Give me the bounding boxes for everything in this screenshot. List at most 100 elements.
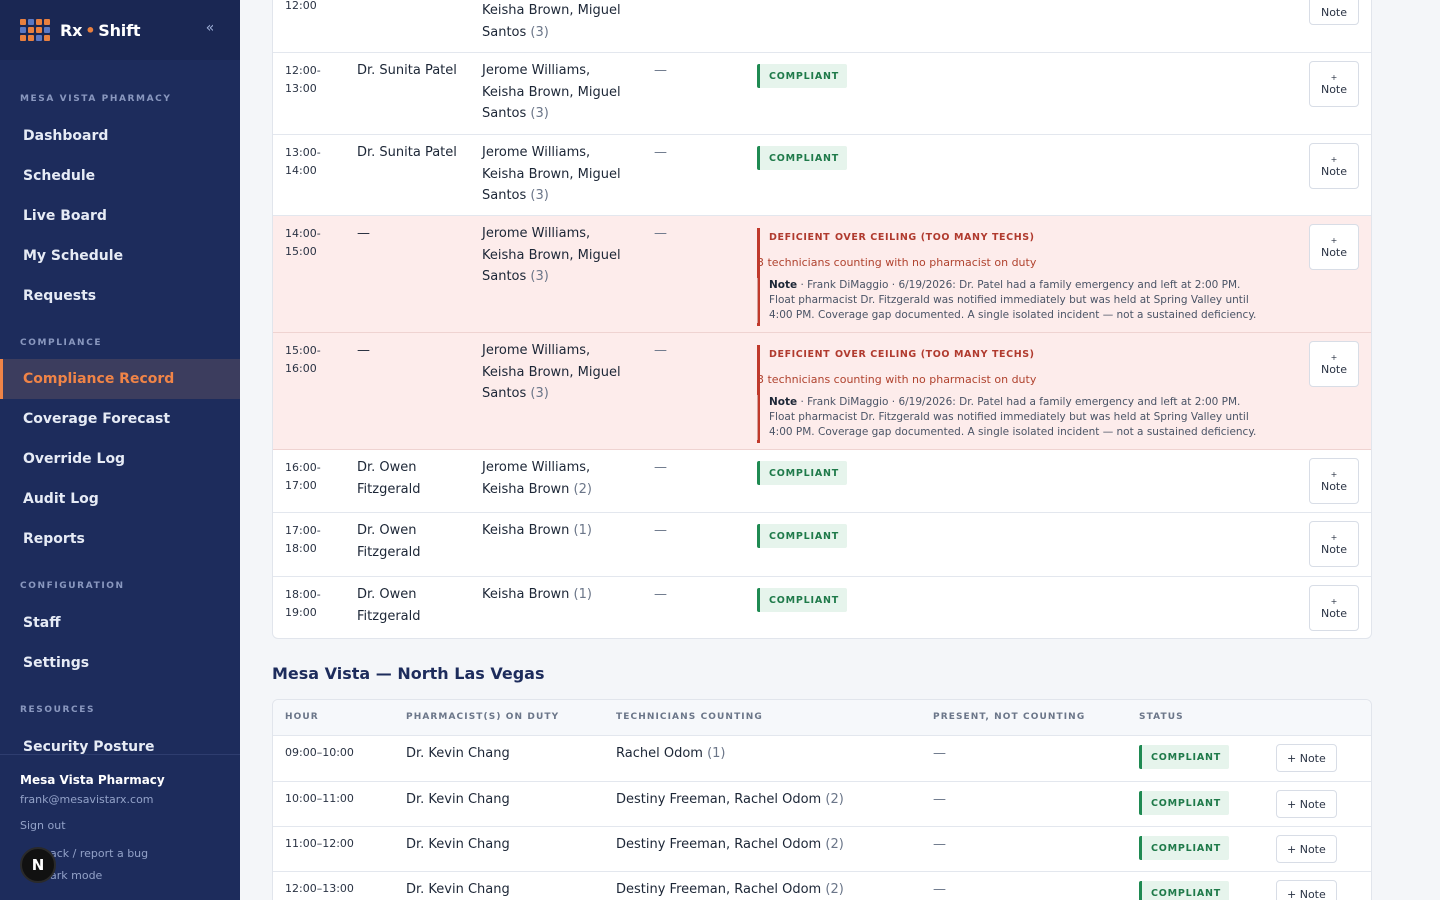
status-badge: DEFICIENT xyxy=(769,232,831,243)
hour-cell: 10:00–11:00 xyxy=(285,792,354,805)
org-name: Mesa Vista Pharmacy xyxy=(20,773,165,787)
sidebar-item-audit-log[interactable]: Audit Log xyxy=(0,479,240,519)
present-cell: — xyxy=(933,792,946,807)
hour-cell: 12:00–13:00 xyxy=(285,882,354,895)
techs-cell: Jerome Williams, Keisha Brown, Miguel San… xyxy=(482,226,621,284)
deficiency-detail: DEFICIENT OVER CEILING (TOO MANY TECHS) … xyxy=(757,228,1277,326)
status-badge: COMPLIANT xyxy=(757,461,848,485)
deficiency-description: 3 technicians counting with no pharmacis… xyxy=(757,256,1037,269)
sidebar: Rx • Shift « MESA VISTA PHARMACY Dashboard… xyxy=(0,0,240,900)
present-cell: — xyxy=(933,746,946,761)
app-logo-icon xyxy=(20,19,50,41)
table-row: 12:00- 13:00 Dr. Sunita Patel Jerome Will… xyxy=(273,53,1371,135)
hour-cell: 16:00- 17:00 xyxy=(285,461,321,492)
hour-cell: 11:00–12:00 xyxy=(285,837,354,850)
add-note-button[interactable]: + Note xyxy=(1309,341,1359,387)
pharmacist-cell: Dr. Kevin Chang xyxy=(406,882,510,897)
add-note-button[interactable]: + Note xyxy=(1276,744,1337,772)
status-badge: COMPLIANT xyxy=(757,588,848,612)
add-note-button[interactable]: + Note xyxy=(1276,790,1337,818)
add-note-button[interactable]: + Note xyxy=(1276,835,1337,863)
column-header-status: STATUS xyxy=(1139,712,1184,722)
pharmacist-cell: Dr. Owen Fitzgerald xyxy=(357,587,421,624)
app-name: Rx • Shift xyxy=(60,20,141,40)
deficiency-reason: OVER CEILING (TOO MANY TECHS) xyxy=(835,232,1035,243)
sidebar-item-requests[interactable]: Requests xyxy=(0,276,240,316)
section-label-pharmacy: MESA VISTA PHARMACY xyxy=(20,94,172,104)
present-cell: — xyxy=(654,145,667,160)
add-note-button[interactable]: + Note xyxy=(1276,880,1337,900)
deficiency-detail: DEFICIENT OVER CEILING (TOO MANY TECHS) … xyxy=(757,345,1277,443)
sidebar-item-my-schedule[interactable]: My Schedule xyxy=(0,236,240,276)
pharmacist-cell: Dr. Owen Fitzgerald xyxy=(357,460,421,497)
sidebar-item-live-board[interactable]: Live Board xyxy=(0,196,240,236)
add-note-button[interactable]: + Note xyxy=(1309,458,1359,504)
status-badge: DEFICIENT xyxy=(769,349,831,360)
pharmacist-cell: Dr. Kevin Chang xyxy=(406,792,510,807)
present-cell: — xyxy=(654,460,667,475)
add-note-button[interactable]: Note xyxy=(1309,0,1359,25)
techs-cell: Rachel Odom (1) xyxy=(616,746,726,761)
table-row: 09:00–10:00 Dr. Kevin Chang Rachel Odom … xyxy=(273,736,1371,782)
present-cell: — xyxy=(933,882,946,897)
status-badge: COMPLIANT xyxy=(1139,881,1230,900)
status-badge: COMPLIANT xyxy=(1139,836,1230,860)
collapse-sidebar-icon[interactable]: « xyxy=(200,20,220,36)
sign-out-link[interactable]: Sign out xyxy=(20,819,66,832)
column-header-pharmacists: PHARMACIST(S) ON DUTY xyxy=(406,712,560,722)
sidebar-item-coverage-forecast[interactable]: Coverage Forecast xyxy=(0,399,240,439)
sidebar-item-staff[interactable]: Staff xyxy=(0,603,240,643)
sidebar-item-compliance-record[interactable]: Compliance Record xyxy=(0,359,240,399)
hour-cell: 12:00- 13:00 xyxy=(285,64,321,95)
table-row: 12:00 Keisha Brown, Miguel Santos (3) No… xyxy=(273,0,1371,53)
techs-cell: Jerome Williams, Keisha Brown, Miguel San… xyxy=(482,343,621,401)
techs-cell: Destiny Freeman, Rachel Odom (2) xyxy=(616,882,844,897)
sidebar-item-schedule[interactable]: Schedule xyxy=(0,156,240,196)
next-dev-badge[interactable]: N xyxy=(20,847,56,883)
sidebar-item-dashboard[interactable]: Dashboard xyxy=(0,116,240,156)
table-header: HOUR PHARMACIST(S) ON DUTY TECHNICIANS C… xyxy=(273,700,1371,736)
techs-cell: Destiny Freeman, Rachel Odom (2) xyxy=(616,792,844,807)
table-row-deficient: 14:00- 15:00 — Jerome Williams, Keisha Bro… xyxy=(273,216,1371,333)
present-cell: — xyxy=(654,587,667,602)
compliance-note: Note · Frank DiMaggio · 6/19/2026: Dr. P… xyxy=(757,395,1267,440)
add-note-button[interactable]: + Note xyxy=(1309,61,1359,107)
sidebar-item-override-log[interactable]: Override Log xyxy=(0,439,240,479)
table-row: 17:00- 18:00 Dr. Owen Fitzgerald Keisha Br… xyxy=(273,513,1371,577)
table-row: 18:00- 19:00 Dr. Owen Fitzgerald Keisha Br… xyxy=(273,577,1371,639)
hour-cell: 13:00- 14:00 xyxy=(285,146,321,177)
user-email: frank@mesavistarx.com xyxy=(20,793,154,806)
table-row: 13:00- 14:00 Dr. Sunita Patel Jerome Will… xyxy=(273,135,1371,216)
sidebar-item-settings[interactable]: Settings xyxy=(0,643,240,683)
pharmacist-cell: Dr. Sunita Patel xyxy=(357,145,457,160)
section-label-compliance: COMPLIANCE xyxy=(20,338,103,348)
pharmacist-cell: Dr. Kevin Chang xyxy=(406,746,510,761)
present-cell: — xyxy=(933,837,946,852)
present-cell: — xyxy=(654,226,667,241)
status-badge: COMPLIANT xyxy=(1139,791,1230,815)
status-badge: COMPLIANT xyxy=(1139,745,1230,769)
pharmacist-cell: — xyxy=(357,343,370,358)
add-note-button[interactable]: + Note xyxy=(1309,521,1359,567)
techs-cell: Keisha Brown (1) xyxy=(482,523,592,538)
hour-cell: 12:00 xyxy=(285,0,317,12)
hour-cell: 17:00- 18:00 xyxy=(285,524,321,555)
pharmacist-cell: Dr. Sunita Patel xyxy=(357,63,457,78)
sidebar-item-reports[interactable]: Reports xyxy=(0,519,240,559)
techs-cell: Keisha Brown (1) xyxy=(482,587,592,602)
techs-cell: Jerome Williams, Keisha Brown, Miguel San… xyxy=(482,63,621,121)
present-cell: — xyxy=(654,523,667,538)
dark-mode-toggle[interactable]: ark mode xyxy=(50,869,102,882)
hour-cell: 15:00- 16:00 xyxy=(285,344,321,375)
add-note-button[interactable]: + Note xyxy=(1309,224,1359,270)
feedback-link[interactable]: ack / report a bug xyxy=(50,847,148,860)
column-header-present: PRESENT, NOT COUNTING xyxy=(933,712,1086,722)
compliance-table-card: 12:00 Keisha Brown, Miguel Santos (3) No… xyxy=(272,0,1372,639)
deficiency-reason: OVER CEILING (TOO MANY TECHS) xyxy=(835,349,1035,360)
table-row-deficient: 15:00- 16:00 — Jerome Williams, Keisha Bro… xyxy=(273,333,1371,450)
table-row: 16:00- 17:00 Dr. Owen Fitzgerald Jerome Wi… xyxy=(273,450,1371,513)
techs-cell: Jerome Williams, Keisha Brown, Miguel San… xyxy=(482,145,621,203)
add-note-button[interactable]: + Note xyxy=(1309,143,1359,189)
status-badge: COMPLIANT xyxy=(757,146,848,170)
add-note-button[interactable]: + Note xyxy=(1309,585,1359,631)
